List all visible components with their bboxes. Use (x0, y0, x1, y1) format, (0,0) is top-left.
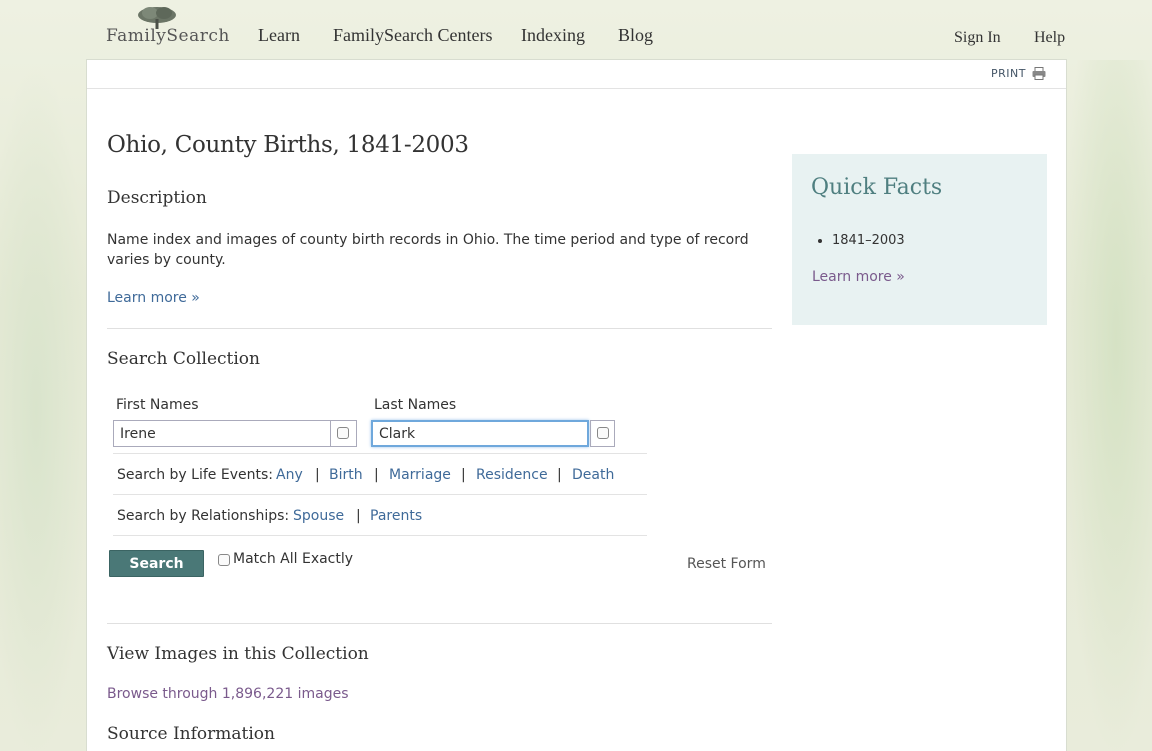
first-names-input[interactable] (114, 421, 330, 446)
browse-images-link[interactable]: Browse through 1,896,221 images (107, 686, 349, 702)
quick-facts-learn-more-link[interactable]: Learn more » (812, 269, 905, 285)
life-event-any[interactable]: Any (276, 467, 303, 483)
last-names-label: Last Names (374, 397, 457, 413)
first-names-field-wrap (113, 420, 357, 447)
first-names-exact-checkbox[interactable] (337, 427, 349, 439)
last-names-focus-ring (371, 420, 589, 447)
nav-blog[interactable]: Blog (618, 25, 653, 46)
first-names-exact-wrap (330, 421, 356, 446)
relationships-row: Search by Relationships: Spouse | Parent… (113, 494, 647, 535)
last-names-input[interactable] (373, 422, 583, 445)
reset-form-link[interactable]: Reset Form (687, 556, 766, 572)
life-event-death[interactable]: Death (572, 467, 614, 483)
top-navigation: FamilySearch Learn FamilySearch Centers … (0, 0, 1152, 60)
divider (113, 535, 647, 536)
sign-in-link[interactable]: Sign In (954, 29, 1001, 47)
bullet (818, 239, 822, 243)
background-wash-right (1062, 60, 1152, 751)
separator: | (557, 467, 562, 483)
life-events-label: Search by Life Events: (117, 467, 273, 483)
description-heading: Description (107, 188, 207, 208)
page-title: Ohio, County Births, 1841-2003 (107, 132, 469, 158)
background-wash-left (0, 60, 90, 751)
relationship-parents[interactable]: Parents (370, 508, 422, 524)
match-all-exactly-label[interactable]: Match All Exactly (233, 551, 353, 567)
life-event-residence[interactable]: Residence (476, 467, 548, 483)
nav-indexing[interactable]: Indexing (521, 25, 585, 46)
source-information-heading: Source Information (107, 724, 275, 744)
life-event-marriage[interactable]: Marriage (389, 467, 451, 483)
familysearch-logo[interactable]: FamilySearch (106, 6, 230, 46)
print-label: PRINT (991, 67, 1026, 80)
printer-icon (1032, 67, 1046, 80)
last-names-field-wrap (371, 420, 615, 447)
last-names-exact-wrap (590, 420, 615, 447)
relationship-spouse[interactable]: Spouse (293, 508, 344, 524)
quick-facts-item: 1841–2003 (832, 233, 905, 248)
print-bar: PRINT (87, 60, 1066, 89)
last-names-exact-checkbox[interactable] (597, 427, 609, 439)
separator: | (356, 508, 361, 524)
help-link[interactable]: Help (1034, 29, 1065, 47)
search-collection-heading: Search Collection (107, 349, 260, 369)
divider (107, 623, 772, 624)
print-button[interactable]: PRINT (991, 67, 1046, 80)
view-images-heading: View Images in this Collection (107, 644, 369, 664)
separator: | (315, 467, 320, 483)
nav-familysearch-centers[interactable]: FamilySearch Centers (333, 25, 492, 46)
nav-learn[interactable]: Learn (258, 25, 300, 46)
life-event-birth[interactable]: Birth (329, 467, 363, 483)
separator: | (461, 467, 466, 483)
life-events-row: Search by Life Events: Any | Birth | Mar… (113, 453, 647, 494)
logo-wordmark: FamilySearch (106, 26, 230, 46)
first-names-label: First Names (116, 397, 199, 413)
content-panel: PRINT Ohio, County Births, 1841-2003 Des… (86, 59, 1067, 751)
separator: | (374, 467, 379, 483)
description-text: Name index and images of county birth re… (107, 232, 749, 268)
search-button[interactable]: Search (109, 550, 204, 577)
quick-facts-box: Quick Facts 1841–2003 Learn more » (792, 154, 1047, 325)
learn-more-link[interactable]: Learn more » (107, 290, 200, 306)
relationships-label: Search by Relationships: (117, 508, 290, 524)
divider (107, 328, 772, 329)
match-all-exactly-checkbox[interactable] (218, 554, 230, 566)
quick-facts-title: Quick Facts (811, 175, 943, 200)
